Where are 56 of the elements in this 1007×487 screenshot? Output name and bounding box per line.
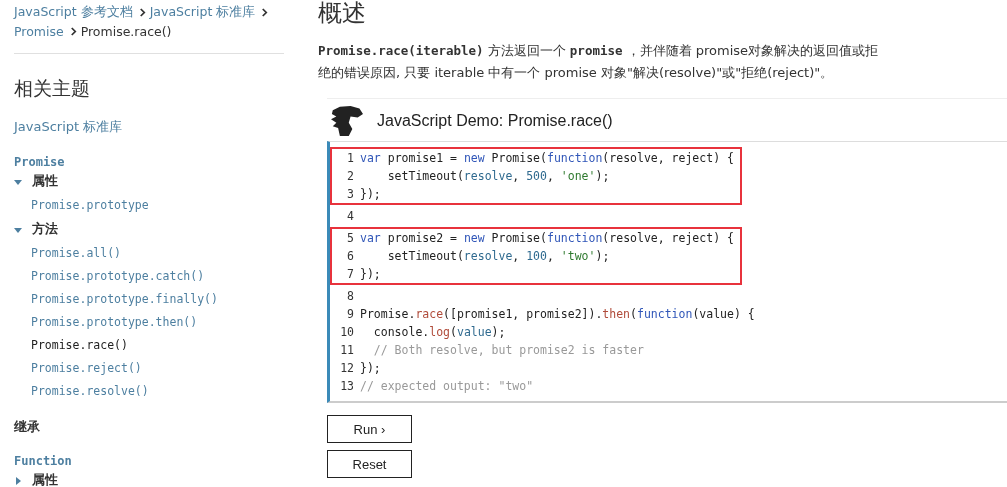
demo-button[interactable]: Run › — [327, 415, 412, 443]
code-line: }); — [360, 266, 381, 283]
demo-title: JavaScript Demo: Promise.race() — [377, 112, 613, 130]
caret-icon — [14, 225, 22, 234]
code-line: console.log(value); — [372, 324, 506, 341]
line-number: 11 — [339, 342, 354, 359]
folder-toggle[interactable]: 方法 — [14, 221, 58, 238]
line-number: 12 — [339, 360, 354, 377]
code-line: // expected output: "two" — [360, 378, 534, 395]
page-heading: 概述 — [318, 0, 366, 26]
code-line: }); — [360, 360, 381, 377]
sidebar-item[interactable]: Promise.prototype.then() — [31, 315, 198, 330]
sidebar-item[interactable]: Promise.prototype.catch() — [31, 269, 205, 284]
sidebar-group-title[interactable]: Promise — [14, 155, 65, 169]
breadcrumb-link[interactable]: Promise — [14, 24, 64, 39]
chevron-icon — [138, 8, 146, 17]
line-number: 3 — [346, 186, 354, 203]
line-number: 2 — [346, 168, 354, 185]
demo-button[interactable]: Reset — [327, 450, 412, 478]
code-line: }); — [360, 186, 381, 203]
dinosaur-icon — [329, 105, 365, 137]
sidebar-title: 相关主题 — [14, 76, 91, 101]
sidebar-item[interactable]: Promise.race() — [31, 338, 128, 353]
breadcrumb-link[interactable]: JavaScript 标准库 — [149, 4, 256, 21]
folder-toggle[interactable]: 属性 — [14, 173, 58, 190]
caret-icon — [14, 476, 22, 485]
sidebar-group-title[interactable]: Function — [14, 454, 72, 468]
line-number: 7 — [346, 266, 354, 283]
sidebar-link[interactable]: JavaScript 标准库 — [14, 118, 123, 136]
chevron-icon — [69, 27, 77, 36]
code-line: setTimeout(resolve, 500, 'one'); — [386, 168, 610, 185]
sidebar-item[interactable]: Promise.prototype.finally() — [31, 292, 218, 307]
line-number: 8 — [346, 288, 354, 305]
line-number: 10 — [339, 324, 354, 341]
chevron-icon — [261, 8, 269, 17]
folder-toggle[interactable]: 属性 — [14, 472, 58, 487]
line-number: 1 — [346, 150, 354, 167]
line-number: 13 — [339, 378, 354, 395]
summary-text: Promise.race(iterable) 方法返回一个 promise ，并伴随着 promise对象解决的返回值或拒绝的错误原因, 只要 iterable 中有一个 promise 对象"解决(resolve)"或"拒绝(reject)"。 — [318, 42, 880, 82]
code-line: Promise.race([promise1, promise2]).then(function(value) { — [360, 306, 755, 323]
line-number: 4 — [346, 208, 354, 225]
code-line: // Both resolve, but promise2 is faster — [372, 342, 644, 359]
sidebar-item[interactable]: Promise.prototype — [31, 198, 149, 213]
code-line: var promise1 = new Promise(function(resolve, reject) { — [360, 150, 734, 167]
code-line: var promise2 = new Promise(function(resolve, reject) { — [360, 230, 734, 247]
sidebar-item[interactable]: Promise.reject() — [31, 361, 142, 376]
breadcrumb-current: Promise.race() — [80, 24, 172, 39]
caret-icon — [14, 177, 22, 186]
sidebar-item[interactable]: Promise.resolve() — [31, 384, 149, 399]
line-number: 9 — [346, 306, 354, 323]
line-number: 6 — [346, 248, 354, 265]
breadcrumb-link[interactable]: JavaScript 参考文档 — [14, 4, 133, 21]
sidebar-heading: 继承 — [14, 419, 40, 436]
line-number: 5 — [346, 230, 354, 247]
code-line: setTimeout(resolve, 100, 'two'); — [386, 248, 610, 265]
sidebar-item[interactable]: Promise.all() — [31, 246, 121, 261]
